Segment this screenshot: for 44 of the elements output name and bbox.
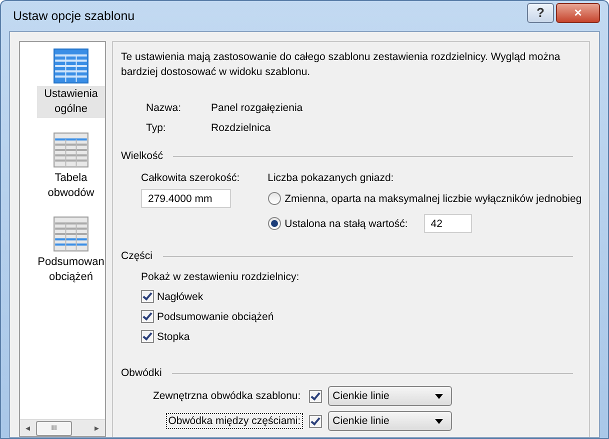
sidebar-item[interactable]: Podsumowan obciążeń bbox=[37, 216, 105, 286]
checkbox-label[interactable]: Podsumowanie obciążeń bbox=[157, 310, 274, 322]
checkbox[interactable] bbox=[141, 330, 154, 343]
caret-icon bbox=[434, 418, 443, 424]
sidebar-item-label: Tabela obwodów bbox=[46, 171, 96, 201]
field-label: Całkowita szerokość: bbox=[141, 172, 240, 184]
line-style-dropdown[interactable]: Cienkie linie bbox=[328, 386, 452, 406]
radio-button[interactable] bbox=[268, 217, 281, 230]
description-text: Te ustawienia mają zastosowanie do całego szablonu zestawienia rozdzielnicy. Wygląd można bardziej dostosować w widoku szablonu. bbox=[121, 50, 562, 80]
sidebar-item-label: Ustawienia ogólne bbox=[37, 86, 105, 118]
checkbox[interactable] bbox=[308, 390, 322, 402]
checkbox[interactable] bbox=[141, 310, 154, 323]
checkbox-label[interactable]: Nagłówek bbox=[157, 290, 204, 302]
window-title: Ustaw opcje szablonu bbox=[12, 9, 135, 23]
info-label: Nazwa: bbox=[146, 102, 182, 114]
field-label: Liczba pokazanych gniazd: bbox=[268, 172, 395, 184]
line-style-dropdown[interactable]: Cienkie linie bbox=[328, 411, 452, 431]
slot-count-field[interactable]: 42 bbox=[424, 214, 472, 233]
help-button[interactable]: ? bbox=[527, 3, 554, 23]
width-field[interactable]: 279.4000 mm bbox=[141, 189, 231, 208]
info-label: Typ: bbox=[146, 122, 167, 134]
caret-icon bbox=[434, 394, 443, 398]
section-heading: Części bbox=[121, 250, 153, 262]
table-icon bbox=[53, 132, 89, 168]
scroll-left-button[interactable]: ◂ bbox=[20, 423, 36, 433]
info-value: Rozdzielnica bbox=[211, 122, 272, 134]
section-heading: Wielkość bbox=[121, 150, 164, 162]
checkbox[interactable] bbox=[141, 290, 154, 303]
sidebar-item-label: Podsumowan obciążeń bbox=[37, 255, 105, 285]
sidebar-item[interactable]: Tabela obwodów bbox=[37, 132, 105, 202]
table-icon bbox=[53, 48, 89, 84]
scroll-right-button[interactable]: ▸ bbox=[89, 423, 105, 433]
checkbox-label[interactable]: Zewnętrzna obwódka szablonu: bbox=[151, 388, 303, 404]
checkbox-label[interactable]: Obwódka między częściami: bbox=[166, 413, 303, 429]
section-heading: Obwódki bbox=[121, 367, 162, 379]
info-value: Panel rozgałęzienia bbox=[211, 102, 303, 114]
checkbox-label[interactable]: Stopka bbox=[157, 330, 190, 342]
group-label: Pokaż w zestawieniu rozdzielnicy: bbox=[141, 271, 300, 283]
radio-label[interactable]: Ustalona na stałą wartość: bbox=[284, 218, 408, 230]
radio-button[interactable] bbox=[268, 192, 281, 205]
checkbox[interactable] bbox=[308, 414, 322, 428]
table-icon bbox=[53, 216, 89, 252]
sidebar-item[interactable]: Ustawienia ogólne bbox=[37, 48, 105, 118]
radio-label[interactable]: Zmienna, oparta na maksymalnej liczbie wyłączników jednobieg bbox=[284, 192, 582, 204]
